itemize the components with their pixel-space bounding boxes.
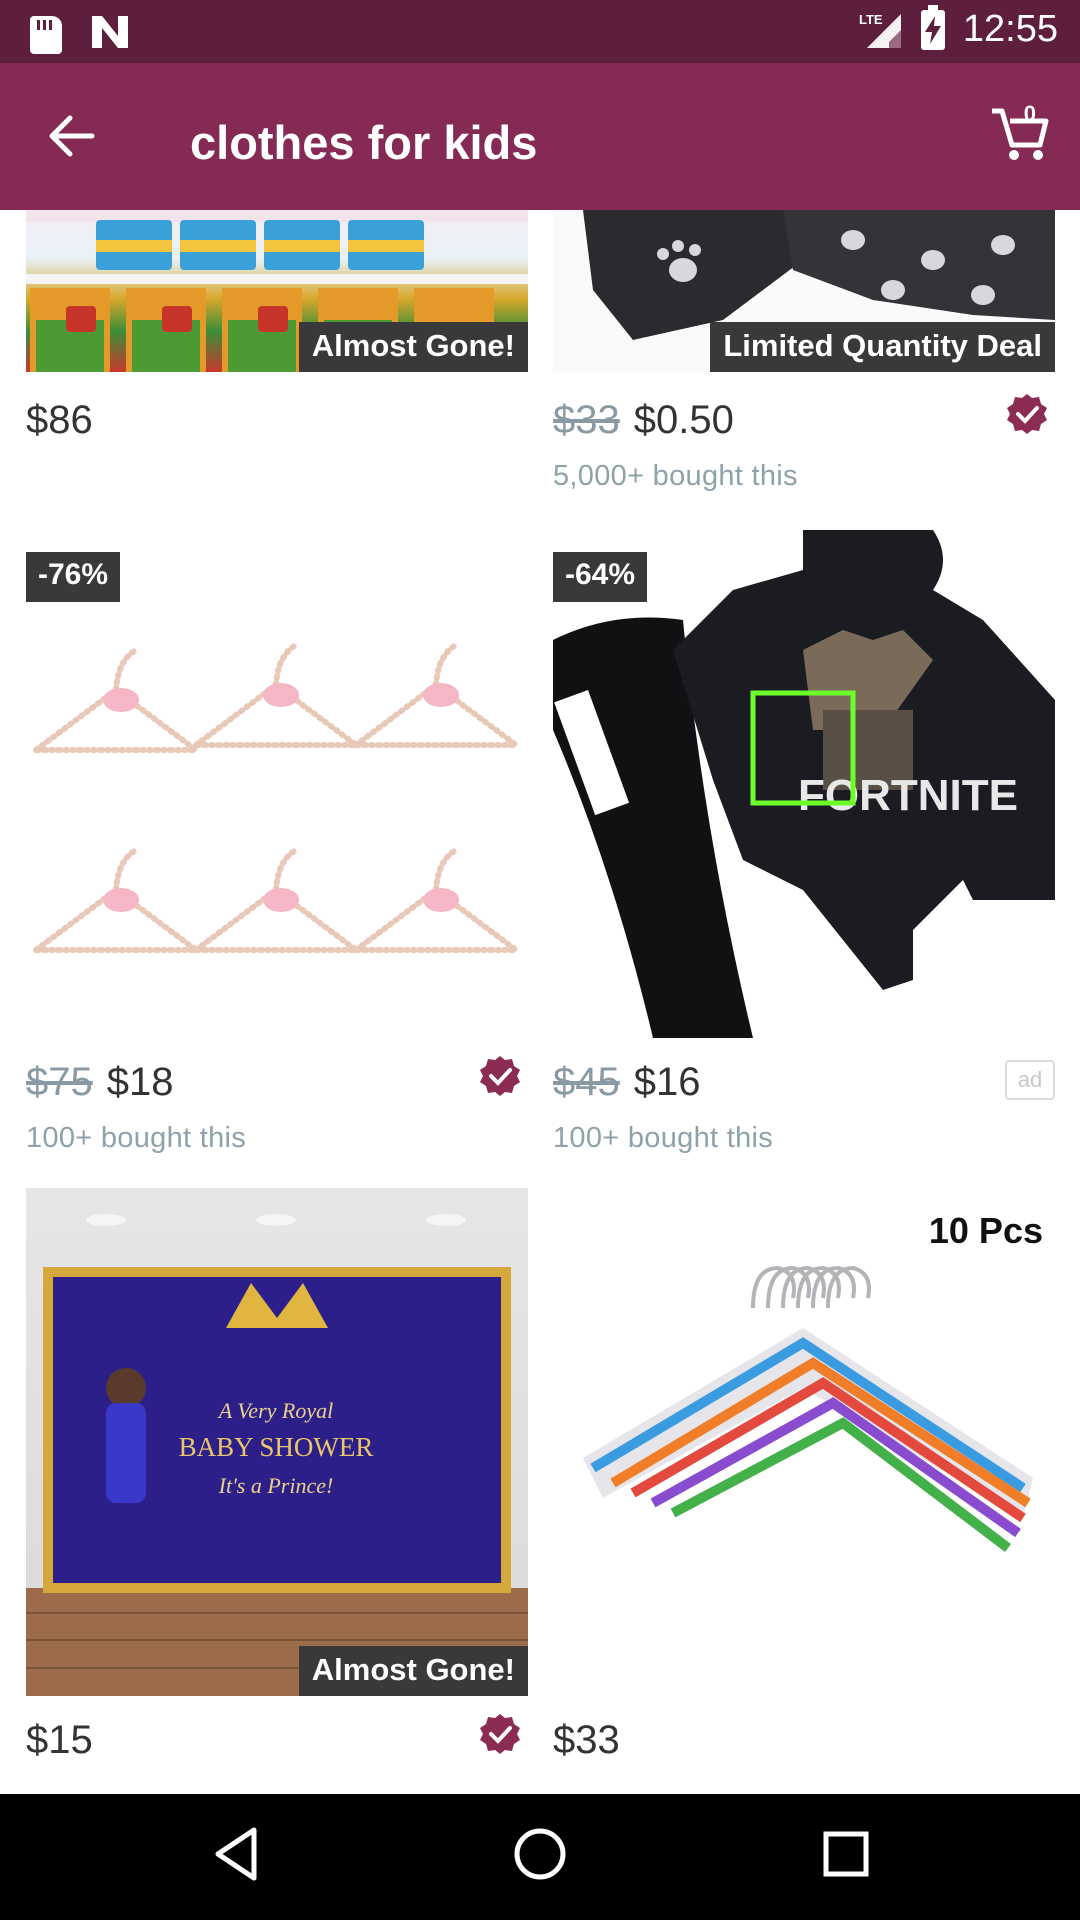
battery-charging-icon — [920, 4, 945, 50]
fortnite-logo-text: FORTNITE — [798, 771, 1018, 820]
product-price: $33 — [553, 1718, 620, 1762]
price-row: $15 — [26, 1718, 528, 1768]
status-bar: LTE 12:55 — [0, 0, 1080, 63]
ad-badge[interactable]: ad — [1005, 1060, 1055, 1100]
product-image[interactable]: Almost Gone! — [26, 210, 528, 372]
product-card[interactable]: Limited Quantity Deal $33 $0.50 5,000+ bo… — [553, 210, 1055, 510]
almost-gone-banner: Almost Gone! — [298, 1646, 528, 1696]
product-price: $0.50 — [633, 398, 734, 442]
almost-gone-banner: Almost Gone! — [298, 322, 528, 372]
bought-count: 100+ bought this — [26, 1122, 247, 1154]
price-row: $86 — [26, 398, 528, 448]
product-image[interactable]: FORTNITE -64% — [553, 530, 1055, 1038]
backdrop-line2: BABY SHOWER — [179, 1432, 374, 1462]
cart-count-badge: 0 — [1023, 101, 1036, 126]
product-card[interactable]: A Very Royal BABY SHOWER It's a Prince! … — [26, 1188, 528, 1794]
verified-check-icon — [1007, 394, 1047, 434]
discount-badge: -64% — [553, 552, 648, 602]
backdrop-line1: A Very Royal — [217, 1398, 333, 1423]
product-image[interactable]: Limited Quantity Deal — [553, 210, 1055, 372]
price-row: $45 $16 — [553, 1060, 1055, 1110]
discount-badge: -76% — [26, 552, 121, 602]
product-price: $86 — [26, 398, 93, 442]
verified-check-icon — [480, 1056, 520, 1096]
status-time: 12:55 — [962, 8, 1058, 50]
nav-back-icon[interactable] — [208, 1824, 264, 1884]
product-grid: Almost Gone! $86 Limited Quantity Deal $… — [0, 210, 1080, 1794]
product-price: $16 — [633, 1060, 701, 1104]
original-price: $33 — [553, 398, 620, 442]
n-notification-icon — [88, 12, 132, 57]
limited-quantity-banner: Limited Quantity Deal — [710, 322, 1055, 372]
bought-count: 5,000+ bought this — [553, 460, 798, 492]
product-image[interactable]: A Very Royal BABY SHOWER It's a Prince! … — [26, 1188, 528, 1696]
lte-signal-icon: LTE — [859, 10, 903, 50]
arrow-back-icon[interactable] — [40, 103, 106, 169]
product-price: $18 — [106, 1060, 174, 1104]
product-card[interactable]: Almost Gone! $86 — [26, 210, 528, 510]
system-nav-bar — [0, 1794, 1080, 1920]
pieces-label: 10 Pcs — [928, 1210, 1043, 1251]
page-title: clothes for kids — [190, 116, 538, 169]
original-price: $45 — [553, 1060, 620, 1104]
sd-card-icon — [30, 15, 62, 54]
shopping-cart-icon[interactable] — [988, 103, 1050, 163]
nav-home-icon[interactable] — [510, 1824, 570, 1884]
nav-recents-icon[interactable] — [818, 1824, 874, 1884]
original-price: $75 — [26, 1060, 93, 1104]
backdrop-line3: It's a Prince! — [218, 1473, 334, 1498]
bought-count: 100+ bought this — [553, 1122, 774, 1154]
svg-text:LTE: LTE — [859, 12, 883, 27]
price-row: $75 $18 — [26, 1060, 528, 1110]
product-card[interactable]: 10 Pcs $33 — [553, 1188, 1055, 1794]
price-row: $33 — [553, 1718, 1055, 1768]
verified-check-icon — [480, 1714, 520, 1754]
app-bar: clothes for kids 0 — [0, 63, 1080, 210]
product-price: $15 — [26, 1718, 93, 1762]
price-row: $33 $0.50 — [553, 398, 1055, 448]
product-image[interactable]: 10 Pcs — [553, 1188, 1055, 1696]
product-image[interactable]: -76% — [26, 530, 528, 1038]
